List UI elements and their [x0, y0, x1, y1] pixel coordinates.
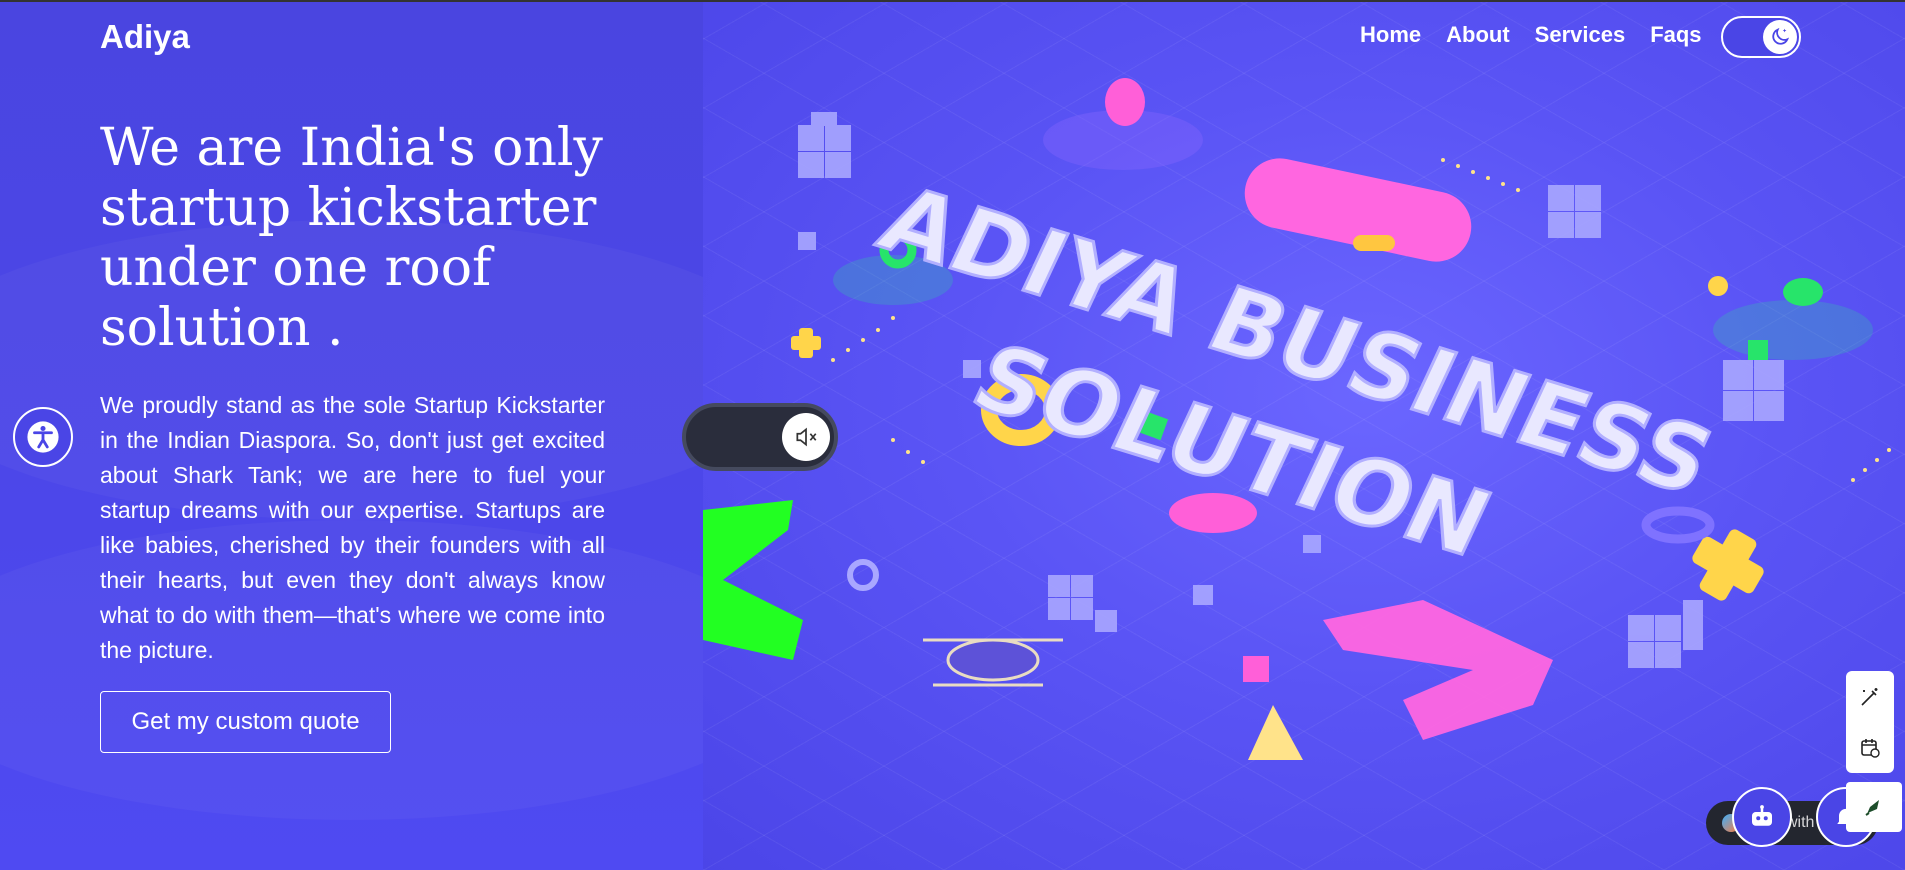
- main-nav: Home About Services Faqs: [1360, 22, 1727, 48]
- audio-toggle[interactable]: [682, 403, 838, 471]
- rocket-icon: [1865, 800, 1879, 816]
- moon-icon: [1763, 20, 1797, 54]
- accessibility-icon: [27, 421, 59, 453]
- isometric-banner-art: ADIYA BUSINESS SOLUTION: [703, 78, 1891, 760]
- nav-about-link[interactable]: About: [1446, 22, 1510, 48]
- magic-edit-icon[interactable]: [1858, 685, 1882, 709]
- nav-home-link[interactable]: Home: [1360, 22, 1421, 48]
- schedule-icon[interactable]: [1858, 736, 1882, 760]
- get-quote-button[interactable]: Get my custom quote: [100, 691, 391, 753]
- rocket-widget[interactable]: [1846, 782, 1902, 832]
- side-tools-panel: [1846, 671, 1894, 773]
- speaker-muted-icon: [782, 413, 830, 461]
- site-logo[interactable]: Adiya: [100, 18, 190, 56]
- nav-faqs-link[interactable]: Faqs: [1650, 22, 1701, 48]
- hero-illustration: ADIYA BUSINESS SOLUTION: [703, 0, 1905, 870]
- chatbot-button[interactable]: [1732, 787, 1792, 847]
- hero-headline: We are India's only startup kickstarter …: [100, 118, 603, 358]
- robot-icon: [1752, 805, 1772, 826]
- hero-description: We proudly stand as the sole Startup Kic…: [100, 392, 605, 663]
- window-top-border: [0, 0, 1905, 2]
- accessibility-button[interactable]: [13, 407, 73, 467]
- theme-toggle[interactable]: [1721, 16, 1801, 58]
- nav-services-link[interactable]: Services: [1535, 22, 1626, 48]
